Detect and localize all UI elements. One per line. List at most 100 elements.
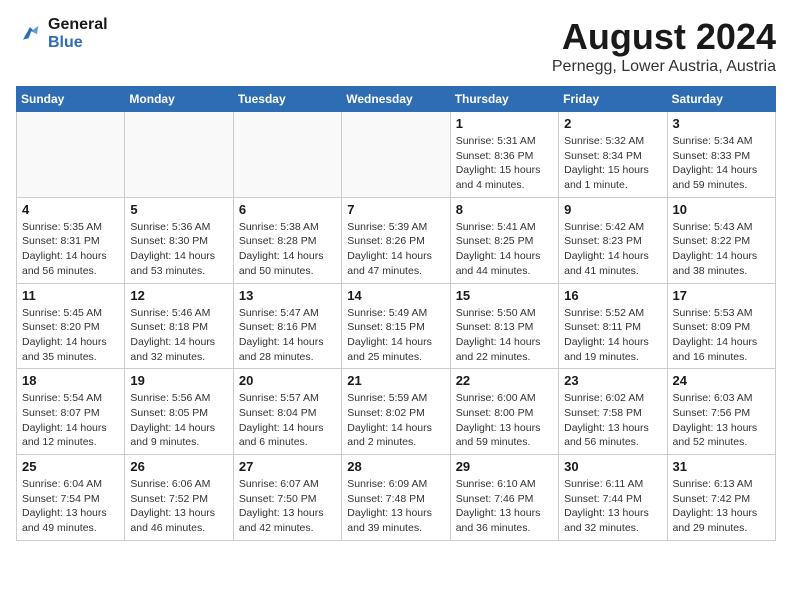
- weekday-header-wednesday: Wednesday: [342, 87, 450, 112]
- day-number: 10: [673, 202, 770, 217]
- day-number: 3: [673, 116, 770, 131]
- day-info: Sunrise: 5:53 AM Sunset: 8:09 PM Dayligh…: [673, 306, 770, 365]
- calendar-cell: 16Sunrise: 5:52 AM Sunset: 8:11 PM Dayli…: [559, 283, 667, 369]
- calendar-cell: 12 Sunrise: 5:46 AM Sunset: 8:18 PM Dayli…: [125, 283, 233, 369]
- weekday-header-tuesday: Tuesday: [233, 87, 341, 112]
- calendar-cell: 19 Sunrise: 5:56 AM Sunset: 8:05 PM Dayli…: [125, 369, 233, 455]
- calendar-cell: 5Sunrise: 5:36 AM Sunset: 8:30 PM Daylig…: [125, 197, 233, 283]
- day-info: Sunrise: 5:50 AM Sunset: 8:13 PM Dayligh…: [456, 306, 553, 365]
- calendar-cell: 11 Sunrise: 5:45 AM Sunset: 8:20 PM Dayli…: [17, 283, 125, 369]
- day-info: Sunrise: 5:38 AM Sunset: 8:28 PM Dayligh…: [239, 220, 336, 279]
- day-info: Sunrise: 6:06 AM Sunset: 7:52 PM Dayligh…: [130, 477, 227, 536]
- calendar-week-1: 1Sunrise: 5:31 AM Sunset: 8:36 PM Daylig…: [17, 112, 776, 198]
- day-number: 24: [673, 373, 770, 388]
- calendar-cell: [342, 112, 450, 198]
- day-info: Sunrise: 5:49 AM Sunset: 8:15 PM Dayligh…: [347, 306, 444, 365]
- day-number: 21: [347, 373, 444, 388]
- weekday-header-saturday: Saturday: [667, 87, 775, 112]
- calendar-cell: 14 Sunrise: 5:49 AM Sunset: 8:15 PM Dayli…: [342, 283, 450, 369]
- calendar-cell: 28Sunrise: 6:09 AM Sunset: 7:48 PM Dayli…: [342, 455, 450, 541]
- day-info: Sunrise: 6:10 AM Sunset: 7:46 PM Dayligh…: [456, 477, 553, 536]
- title-block: August 2024 Pernegg, Lower Austria, Aust…: [552, 16, 776, 76]
- day-info: Sunrise: 5:34 AM Sunset: 8:33 PM Dayligh…: [673, 134, 770, 193]
- calendar-week-3: 11 Sunrise: 5:45 AM Sunset: 8:20 PM Dayli…: [17, 283, 776, 369]
- day-number: 28: [347, 459, 444, 474]
- day-number: 18: [22, 373, 119, 388]
- calendar-cell: 6 Sunrise: 5:38 AM Sunset: 8:28 PM Daylig…: [233, 197, 341, 283]
- weekday-header-sunday: Sunday: [17, 87, 125, 112]
- month-title: August 2024: [552, 16, 776, 58]
- weekday-header-thursday: Thursday: [450, 87, 558, 112]
- day-info: Sunrise: 5:46 AM Sunset: 8:18 PM Dayligh…: [130, 306, 227, 365]
- calendar-cell: 2Sunrise: 5:32 AM Sunset: 8:34 PM Daylig…: [559, 112, 667, 198]
- day-info: Sunrise: 6:07 AM Sunset: 7:50 PM Dayligh…: [239, 477, 336, 536]
- day-info: Sunrise: 5:52 AM Sunset: 8:11 PM Dayligh…: [564, 306, 661, 365]
- calendar-cell: 7 Sunrise: 5:39 AM Sunset: 8:26 PM Daylig…: [342, 197, 450, 283]
- day-number: 26: [130, 459, 227, 474]
- day-number: 19: [130, 373, 227, 388]
- calendar-cell: 22Sunrise: 6:00 AM Sunset: 8:00 PM Dayli…: [450, 369, 558, 455]
- day-info: Sunrise: 5:45 AM Sunset: 8:20 PM Dayligh…: [22, 306, 119, 365]
- calendar-cell: 3 Sunrise: 5:34 AM Sunset: 8:33 PM Daylig…: [667, 112, 775, 198]
- day-number: 14: [347, 288, 444, 303]
- day-info: Sunrise: 5:35 AM Sunset: 8:31 PM Dayligh…: [22, 220, 119, 279]
- calendar-cell: [125, 112, 233, 198]
- day-number: 13: [239, 288, 336, 303]
- day-info: Sunrise: 6:03 AM Sunset: 7:56 PM Dayligh…: [673, 391, 770, 450]
- page-header: General Blue August 2024 Pernegg, Lower …: [16, 16, 776, 76]
- calendar-cell: 9Sunrise: 5:42 AM Sunset: 8:23 PM Daylig…: [559, 197, 667, 283]
- day-number: 22: [456, 373, 553, 388]
- calendar-week-5: 25 Sunrise: 6:04 AM Sunset: 7:54 PM Dayli…: [17, 455, 776, 541]
- calendar-cell: 26 Sunrise: 6:06 AM Sunset: 7:52 PM Dayli…: [125, 455, 233, 541]
- calendar-cell: 4 Sunrise: 5:35 AM Sunset: 8:31 PM Daylig…: [17, 197, 125, 283]
- day-info: Sunrise: 5:42 AM Sunset: 8:23 PM Dayligh…: [564, 220, 661, 279]
- day-number: 30: [564, 459, 661, 474]
- calendar-table: SundayMondayTuesdayWednesdayThursdayFrid…: [16, 86, 776, 541]
- day-info: Sunrise: 6:11 AM Sunset: 7:44 PM Dayligh…: [564, 477, 661, 536]
- calendar-cell: 25 Sunrise: 6:04 AM Sunset: 7:54 PM Dayli…: [17, 455, 125, 541]
- day-info: Sunrise: 5:57 AM Sunset: 8:04 PM Dayligh…: [239, 391, 336, 450]
- calendar-cell: 8 Sunrise: 5:41 AM Sunset: 8:25 PM Daylig…: [450, 197, 558, 283]
- day-info: Sunrise: 6:13 AM Sunset: 7:42 PM Dayligh…: [673, 477, 770, 536]
- day-info: Sunrise: 5:41 AM Sunset: 8:25 PM Dayligh…: [456, 220, 553, 279]
- calendar-cell: 21Sunrise: 5:59 AM Sunset: 8:02 PM Dayli…: [342, 369, 450, 455]
- day-number: 6: [239, 202, 336, 217]
- calendar-week-2: 4 Sunrise: 5:35 AM Sunset: 8:31 PM Daylig…: [17, 197, 776, 283]
- weekday-header-friday: Friday: [559, 87, 667, 112]
- calendar-cell: [233, 112, 341, 198]
- calendar-cell: 24 Sunrise: 6:03 AM Sunset: 7:56 PM Dayli…: [667, 369, 775, 455]
- day-info: Sunrise: 5:56 AM Sunset: 8:05 PM Dayligh…: [130, 391, 227, 450]
- day-number: 8: [456, 202, 553, 217]
- day-number: 31: [673, 459, 770, 474]
- calendar-body: 1Sunrise: 5:31 AM Sunset: 8:36 PM Daylig…: [17, 112, 776, 541]
- logo-icon: [16, 20, 44, 48]
- location-subtitle: Pernegg, Lower Austria, Austria: [552, 58, 776, 76]
- calendar-week-4: 18Sunrise: 5:54 AM Sunset: 8:07 PM Dayli…: [17, 369, 776, 455]
- calendar-cell: 30 Sunrise: 6:11 AM Sunset: 7:44 PM Dayli…: [559, 455, 667, 541]
- logo: General Blue: [16, 16, 108, 52]
- day-info: Sunrise: 5:47 AM Sunset: 8:16 PM Dayligh…: [239, 306, 336, 365]
- calendar-cell: 1Sunrise: 5:31 AM Sunset: 8:36 PM Daylig…: [450, 112, 558, 198]
- calendar-cell: 27 Sunrise: 6:07 AM Sunset: 7:50 PM Dayli…: [233, 455, 341, 541]
- day-number: 4: [22, 202, 119, 217]
- day-number: 7: [347, 202, 444, 217]
- day-number: 1: [456, 116, 553, 131]
- calendar-cell: 18Sunrise: 5:54 AM Sunset: 8:07 PM Dayli…: [17, 369, 125, 455]
- day-number: 11: [22, 288, 119, 303]
- calendar-cell: 13 Sunrise: 5:47 AM Sunset: 8:16 PM Dayli…: [233, 283, 341, 369]
- day-info: Sunrise: 5:32 AM Sunset: 8:34 PM Dayligh…: [564, 134, 661, 193]
- day-number: 27: [239, 459, 336, 474]
- calendar-cell: 15 Sunrise: 5:50 AM Sunset: 8:13 PM Dayli…: [450, 283, 558, 369]
- day-info: Sunrise: 5:43 AM Sunset: 8:22 PM Dayligh…: [673, 220, 770, 279]
- calendar-cell: 17Sunrise: 5:53 AM Sunset: 8:09 PM Dayli…: [667, 283, 775, 369]
- day-number: 29: [456, 459, 553, 474]
- day-number: 25: [22, 459, 119, 474]
- calendar-cell: [17, 112, 125, 198]
- day-number: 12: [130, 288, 227, 303]
- day-number: 15: [456, 288, 553, 303]
- day-info: Sunrise: 5:39 AM Sunset: 8:26 PM Dayligh…: [347, 220, 444, 279]
- logo-text: General Blue: [48, 16, 108, 52]
- calendar-cell: 20Sunrise: 5:57 AM Sunset: 8:04 PM Dayli…: [233, 369, 341, 455]
- day-info: Sunrise: 6:04 AM Sunset: 7:54 PM Dayligh…: [22, 477, 119, 536]
- day-number: 23: [564, 373, 661, 388]
